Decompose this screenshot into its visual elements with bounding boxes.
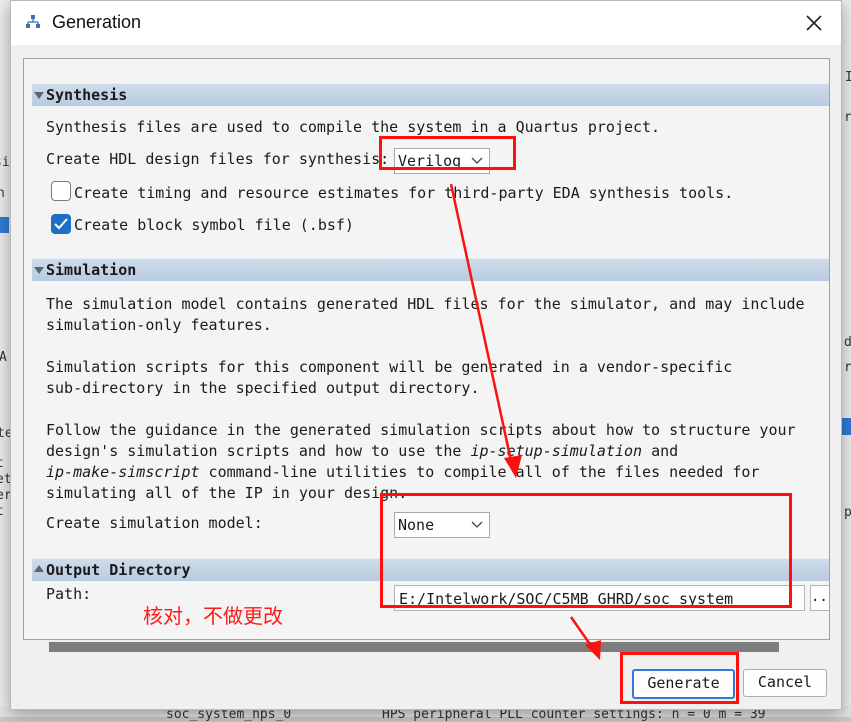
simulation-model-value: None bbox=[398, 516, 435, 534]
path-input[interactable]: E:/Intelwork/SOC/C5MB_GHRD/soc_system bbox=[394, 585, 805, 611]
expand-icon bbox=[34, 565, 44, 572]
hdl-select[interactable]: Verilog bbox=[394, 148, 490, 174]
command-name: ip-make-simscript bbox=[46, 463, 200, 481]
background-text: r bbox=[844, 110, 851, 125]
background-text: h bbox=[0, 186, 5, 201]
generate-button[interactable]: Generate bbox=[632, 669, 735, 699]
background-text: d bbox=[844, 335, 851, 350]
bsf-label: Create block symbol file (.bsf) bbox=[74, 216, 354, 234]
background-text: p bbox=[844, 505, 851, 520]
text-fragment: command-line utilities to compile all of… bbox=[199, 463, 760, 481]
simulation-text: Simulation scripts for this component wi… bbox=[46, 358, 733, 376]
window-title: Generation bbox=[52, 12, 142, 32]
simulation-text: ip-make-simscript command-line utilities… bbox=[46, 463, 759, 481]
simulation-text: design's simulation scripts and how to u… bbox=[46, 442, 678, 460]
generation-dialog: Generation Synthesis Synthesis files are… bbox=[10, 0, 842, 710]
background-selection bbox=[0, 217, 9, 233]
background-text: A bbox=[0, 350, 7, 365]
path-label: Path: bbox=[46, 585, 92, 603]
simulation-model-label: Create simulation model: bbox=[46, 514, 263, 532]
horizontal-scrollbar[interactable] bbox=[49, 642, 779, 652]
chevron-down-icon bbox=[471, 521, 483, 528]
section-output-directory[interactable]: Output Directory bbox=[32, 558, 829, 581]
background-text: I bbox=[845, 70, 851, 85]
simulation-model-select[interactable]: None bbox=[394, 512, 490, 538]
hdl-label: Create HDL design files for synthesis: bbox=[46, 150, 390, 168]
check-icon bbox=[54, 218, 68, 230]
browse-button[interactable]: ... bbox=[810, 585, 829, 611]
title-bar: Generation bbox=[11, 1, 841, 45]
collapse-icon bbox=[34, 92, 44, 99]
close-icon bbox=[806, 15, 822, 31]
section-title: Output Directory bbox=[46, 561, 191, 579]
simulation-text: The simulation model contains generated … bbox=[46, 295, 805, 313]
chevron-down-icon bbox=[471, 157, 483, 164]
background-text: si bbox=[0, 155, 10, 170]
section-title: Synthesis bbox=[46, 86, 128, 104]
collapse-icon bbox=[34, 267, 44, 274]
command-name: ip-setup-simulation bbox=[470, 442, 643, 460]
background-text: r bbox=[844, 360, 851, 375]
simulation-text: Follow the guidance in the generated sim… bbox=[46, 421, 796, 439]
timing-checkbox[interactable] bbox=[51, 181, 71, 201]
background-text: t bbox=[0, 456, 4, 471]
section-simulation[interactable]: Simulation bbox=[32, 258, 829, 281]
hdl-select-value: Verilog bbox=[398, 152, 462, 170]
text-fragment: design's simulation scripts and how to u… bbox=[46, 442, 471, 460]
annotation-text: 核对，不做更改 bbox=[143, 604, 283, 628]
bsf-checkbox[interactable] bbox=[51, 214, 71, 234]
section-synthesis[interactable]: Synthesis bbox=[32, 83, 829, 106]
synthesis-description: Synthesis files are used to compile the … bbox=[46, 118, 661, 136]
generation-panel: Synthesis Synthesis files are used to co… bbox=[23, 58, 830, 640]
cancel-button[interactable]: Cancel bbox=[743, 669, 827, 697]
timing-label: Create timing and resource estimates for… bbox=[74, 184, 734, 202]
simulation-text: sub-directory in the specified output di… bbox=[46, 379, 480, 397]
simulation-text: simulation-only features. bbox=[46, 316, 272, 334]
close-button[interactable] bbox=[797, 7, 831, 39]
hierarchy-icon bbox=[25, 14, 41, 30]
section-title: Simulation bbox=[46, 261, 137, 279]
background-selection bbox=[841, 418, 851, 435]
background-text: t bbox=[0, 504, 4, 519]
text-fragment: and bbox=[642, 442, 679, 460]
simulation-text: simulating all of the IP in your design. bbox=[46, 484, 408, 502]
path-value: E:/Intelwork/SOC/C5MB_GHRD/soc_system bbox=[399, 590, 734, 608]
